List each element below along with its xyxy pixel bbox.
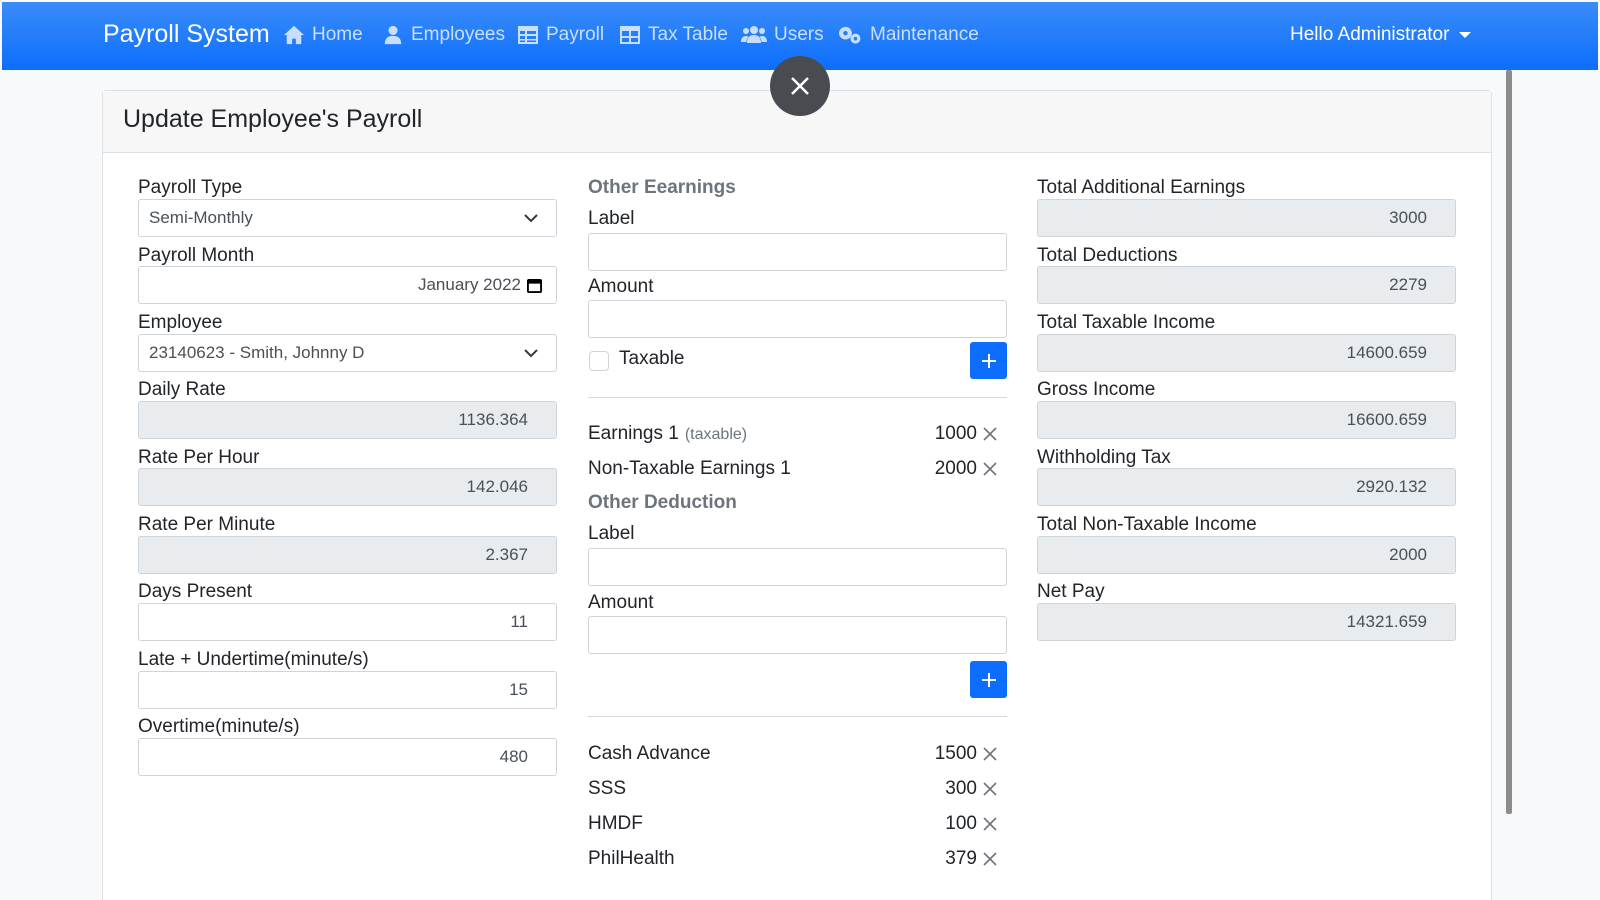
days-present-input[interactable]: 11 (138, 603, 557, 641)
remove-icon[interactable] (981, 425, 999, 443)
deduction-label-input[interactable] (588, 548, 1007, 586)
payroll-type-label: Payroll Type (138, 177, 243, 198)
close-icon (791, 77, 809, 95)
late-undertime-input[interactable]: 15 (138, 671, 557, 709)
earning-item: Earnings 1 (taxable) 1000 (588, 421, 999, 447)
deduction-item: PhilHealth 379 (588, 846, 999, 872)
deduction-item: Cash Advance 1500 (588, 741, 999, 767)
withholding-tax-field: 2920.132 (1037, 468, 1456, 506)
rate-per-hour-label: Rate Per Hour (138, 447, 260, 468)
payroll-type-select[interactable]: Semi-Monthly (138, 199, 557, 237)
home-icon (284, 25, 304, 45)
withholding-tax-label: Withholding Tax (1037, 447, 1171, 468)
payroll-month-label: Payroll Month (138, 245, 255, 266)
nav-tax-table[interactable]: Tax Table (619, 24, 728, 46)
plus-icon (981, 672, 996, 687)
earnings-amount-input[interactable] (588, 300, 1007, 338)
nav-payroll[interactable]: Payroll (517, 24, 604, 46)
scrollbar[interactable] (1506, 70, 1512, 814)
remove-icon[interactable] (981, 850, 999, 868)
rate-per-minute-label: Rate Per Minute (138, 514, 276, 535)
employee-label: Employee (138, 312, 223, 333)
remove-icon[interactable] (981, 780, 999, 798)
other-deduction-heading: Other Deduction (588, 492, 737, 513)
earnings-label-input[interactable] (588, 233, 1007, 271)
nav-home[interactable]: Home (283, 24, 363, 46)
deductions-divider (588, 716, 1007, 717)
payroll-card: Update Employee's Payroll Payroll Type S… (102, 90, 1492, 900)
daily-rate-field: 1136.364 (138, 401, 557, 439)
brand[interactable]: Payroll System (103, 20, 270, 49)
remove-icon[interactable] (981, 745, 999, 763)
employee-select[interactable]: 23140623 - Smith, Johnny D (138, 334, 557, 372)
caret-down-icon (1459, 32, 1472, 38)
user-icon (384, 25, 402, 45)
users-icon (741, 26, 767, 43)
user-menu-dropdown[interactable]: Hello Administrator (1290, 24, 1472, 46)
deduction-amount-label: Amount (588, 592, 654, 613)
add-earning-button[interactable] (970, 342, 1007, 379)
net-pay-field: 14321.659 (1037, 603, 1456, 641)
remove-icon[interactable] (981, 815, 999, 833)
add-deduction-button[interactable] (970, 661, 1007, 698)
earnings-divider (588, 397, 1007, 398)
earning-item: Non-Taxable Earnings 1 2000 (588, 456, 999, 482)
table-icon (518, 26, 538, 44)
days-present-label: Days Present (138, 581, 253, 602)
nav-users[interactable]: Users (741, 24, 824, 46)
gross-income-label: Gross Income (1037, 379, 1156, 400)
rate-per-minute-field: 2.367 (138, 536, 557, 574)
payroll-month-input[interactable]: January 2022 (138, 266, 557, 304)
total-deductions-field: 2279 (1037, 266, 1456, 304)
gross-income-field: 16600.659 (1037, 401, 1456, 439)
daily-rate-label: Daily Rate (138, 379, 226, 400)
deduction-amount-input[interactable] (588, 616, 1007, 654)
remove-icon[interactable] (981, 460, 999, 478)
taxable-checkbox[interactable] (589, 351, 609, 371)
close-button[interactable] (770, 56, 830, 116)
table-icon (620, 26, 640, 44)
total-non-taxable-income-field: 2000 (1037, 536, 1456, 574)
deduction-item: HMDF 100 (588, 811, 999, 837)
nav-employees[interactable]: Employees (382, 24, 505, 46)
chevron-down-icon (524, 349, 538, 358)
late-undertime-label: Late + Undertime(minute/s) (138, 649, 369, 670)
calendar-icon[interactable] (527, 278, 542, 293)
total-non-taxable-income-label: Total Non-Taxable Income (1037, 514, 1257, 535)
earnings-label-label: Label (588, 208, 635, 229)
total-taxable-income-field: 14600.659 (1037, 334, 1456, 372)
rate-per-hour-field: 142.046 (138, 468, 557, 506)
overtime-input[interactable]: 480 (138, 738, 557, 776)
deduction-label-label: Label (588, 523, 635, 544)
total-taxable-income-label: Total Taxable Income (1037, 312, 1216, 333)
taxable-tag: (taxable) (684, 426, 748, 443)
overtime-label: Overtime(minute/s) (138, 716, 300, 737)
total-additional-earnings-label: Total Additional Earnings (1037, 177, 1246, 198)
plus-icon (981, 353, 996, 368)
gears-icon (839, 26, 861, 44)
net-pay-label: Net Pay (1037, 581, 1105, 602)
total-additional-earnings-field: 3000 (1037, 199, 1456, 237)
taxable-label: Taxable (619, 348, 685, 369)
earnings-amount-label: Amount (588, 276, 654, 297)
deduction-item: SSS 300 (588, 776, 999, 802)
other-earnings-heading: Other Eearnings (588, 177, 736, 198)
chevron-down-icon (524, 214, 538, 223)
total-deductions-label: Total Deductions (1037, 245, 1178, 266)
nav-maintenance[interactable]: Maintenance (837, 24, 979, 46)
